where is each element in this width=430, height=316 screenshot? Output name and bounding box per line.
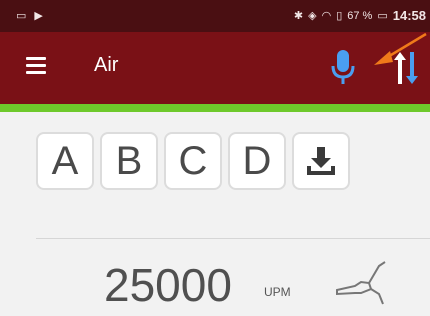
speed-unit: UPM — [264, 285, 291, 299]
clock: 14:58 — [392, 8, 426, 23]
status-indicator-bar — [0, 104, 430, 112]
microphone-icon[interactable] — [331, 48, 355, 86]
speed-value: 25000 — [104, 259, 232, 311]
preset-b-button[interactable]: B — [100, 132, 158, 190]
wifi-icon: ◠ — [321, 9, 332, 22]
sort-icon[interactable] — [392, 50, 420, 86]
image-icon: ▭ — [16, 10, 27, 22]
page-title: Air — [94, 54, 119, 76]
play-icon: ▶ — [34, 10, 43, 22]
battery-icon: ▭ — [377, 9, 388, 22]
preset-button-row: A B C D — [36, 132, 350, 190]
battery-percent: 67 % — [347, 9, 373, 22]
preset-a-button[interactable]: A — [36, 132, 94, 190]
preset-d-button[interactable]: D — [228, 132, 286, 190]
sim-icon: ▯ — [336, 9, 343, 22]
status-right-icons: ✱ ◈ ◠ ▯ 67 % ▭ 14:58 — [294, 8, 426, 23]
bluetooth-icon: ✱ — [293, 9, 304, 22]
status-bar: ▭ ▶ ✱ ◈ ◠ ▯ 67 % ▭ 14:58 — [0, 0, 430, 32]
download-icon — [307, 147, 335, 175]
divider — [36, 238, 430, 239]
main-content: A B C D 25000 UPM — [0, 112, 430, 316]
status-left-icons: ▭ ▶ — [16, 9, 43, 23]
handpiece-icon — [336, 261, 386, 305]
vibrate-icon: ◈ — [308, 9, 317, 22]
hamburger-menu-icon[interactable] — [26, 57, 48, 75]
preset-c-button[interactable]: C — [164, 132, 222, 190]
app-bar: Air — [0, 32, 430, 104]
download-button[interactable] — [292, 132, 350, 190]
